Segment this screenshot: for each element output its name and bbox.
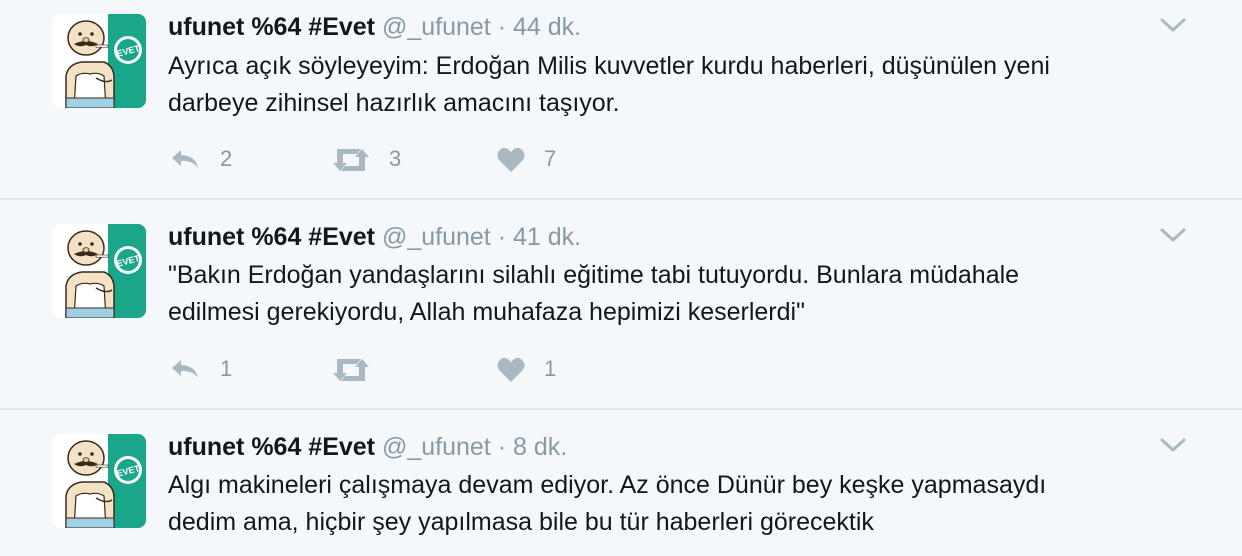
retweet-icon	[333, 359, 369, 381]
caret-down-icon[interactable]	[1158, 434, 1188, 456]
display-name[interactable]: ufunet %64 #Evet	[168, 13, 375, 41]
tweet-header: ufunet %64 #Evet @_ufunet · 41 dk.	[168, 222, 581, 252]
separator-dot: ·	[497, 13, 507, 41]
retweet-button[interactable]: 3	[331, 142, 401, 176]
reply-count: 1	[220, 356, 233, 381]
caret-down-icon[interactable]	[1158, 224, 1188, 246]
reply-count: 2	[220, 146, 233, 171]
separator-dot: ·	[497, 433, 507, 461]
tweet-text-line: edilmesi gerekiyordu, Allah muhafaza hep…	[168, 298, 805, 326]
retweet-count: 3	[389, 146, 402, 171]
tweet-text-line: dedim ama, hiçbir şey yapılmasa bile bu …	[168, 508, 874, 536]
display-name[interactable]: ufunet %64 #Evet	[168, 433, 375, 461]
tweet[interactable]: ufunet %64 #Evet @_ufunet · 8 dk. Algı m…	[0, 410, 1242, 556]
reply-icon	[172, 150, 198, 168]
tweet[interactable]: ufunet %64 #Evet @_ufunet · 41 dk. "Bakı…	[0, 200, 1242, 410]
like-button[interactable]: 7	[496, 142, 556, 176]
avatar[interactable]	[52, 434, 146, 528]
tweet-text-line: "Bakın Erdoğan yandaşlarını silahlı eğit…	[168, 261, 1020, 289]
tweet-header: ufunet %64 #Evet @_ufunet · 8 dk.	[168, 432, 567, 462]
username[interactable]: @_ufunet	[382, 433, 491, 461]
tweet-text-line: darbeye zihinsel hazırlık amacını taşıyo…	[168, 89, 620, 117]
tweet[interactable]: ufunet %64 #Evet @_ufunet · 44 dk. Ayrıc…	[0, 0, 1242, 200]
timestamp[interactable]: 8 dk.	[513, 433, 567, 461]
reply-icon	[172, 360, 198, 378]
tweet-text: Ayrıca açık söyleyeyim: Erdoğan Milis ku…	[168, 48, 1178, 122]
username[interactable]: @_ufunet	[382, 13, 491, 41]
display-name[interactable]: ufunet %64 #Evet	[168, 223, 375, 251]
like-count: 7	[544, 146, 557, 171]
tweet-text-line: Ayrıca açık söyleyeyim: Erdoğan Milis ku…	[168, 52, 1050, 80]
reply-button[interactable]: 1	[170, 352, 232, 386]
username[interactable]: @_ufunet	[382, 223, 491, 251]
tweet-header: ufunet %64 #Evet @_ufunet · 44 dk.	[168, 12, 581, 42]
retweet-icon	[333, 149, 369, 171]
tweet-text: "Bakın Erdoğan yandaşlarını silahlı eğit…	[168, 257, 1178, 331]
reply-button[interactable]: 2	[170, 142, 232, 176]
timestamp[interactable]: 44 dk.	[513, 13, 581, 41]
tweet-text-line: Algı makineleri çalışmaya devam ediyor. …	[168, 471, 1047, 499]
caret-down-icon[interactable]	[1158, 14, 1188, 36]
separator-dot: ·	[497, 223, 507, 251]
tweet-actions: 2 3 7	[168, 142, 728, 176]
like-count: 1	[544, 356, 557, 381]
timestamp[interactable]: 41 dk.	[513, 223, 581, 251]
like-button[interactable]: 1	[496, 352, 556, 386]
tweet-actions: 1 1	[168, 352, 728, 386]
avatar[interactable]	[52, 224, 146, 318]
retweet-button[interactable]	[331, 352, 389, 386]
avatar[interactable]	[52, 14, 146, 108]
like-icon	[497, 357, 525, 382]
tweet-text: Algı makineleri çalışmaya devam ediyor. …	[168, 467, 1178, 541]
like-icon	[497, 147, 525, 172]
